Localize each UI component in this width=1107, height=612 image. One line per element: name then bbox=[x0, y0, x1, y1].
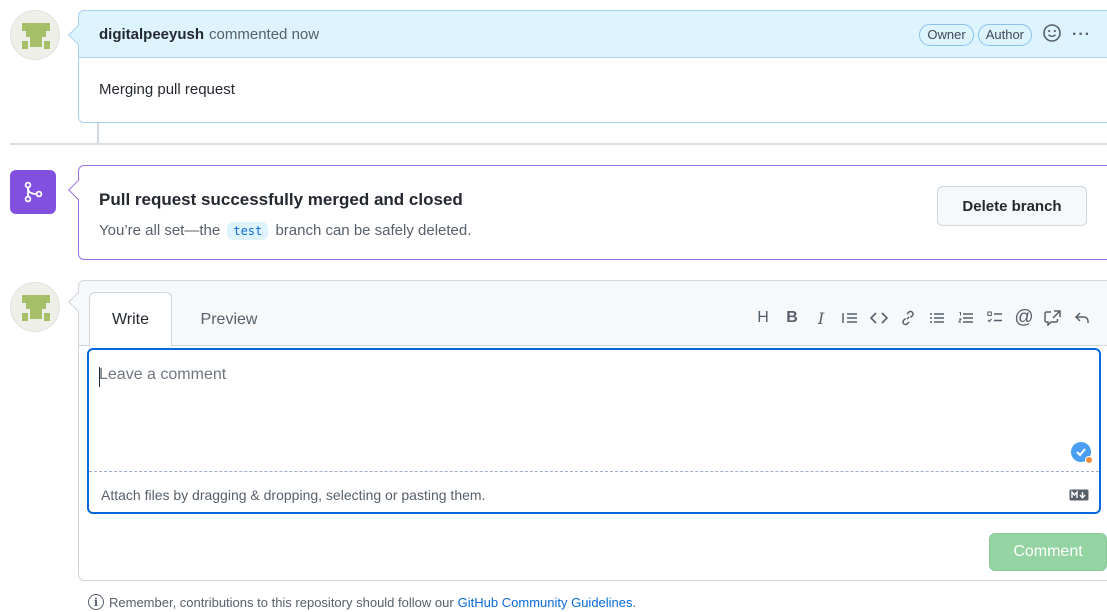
branch-name[interactable]: test bbox=[227, 222, 269, 240]
quote-icon[interactable] bbox=[837, 307, 863, 329]
task-list-icon[interactable] bbox=[982, 307, 1008, 329]
timeline-line bbox=[97, 123, 99, 143]
unordered-list-icon[interactable] bbox=[924, 307, 950, 329]
author-badge: Author bbox=[977, 23, 1033, 46]
merge-status-box: Pull request successfully merged and clo… bbox=[68, 165, 1107, 260]
merge-subtitle-prefix: You’re all set—the bbox=[99, 222, 221, 239]
bold-icon[interactable]: B bbox=[779, 307, 805, 329]
grammar-check-icon[interactable] bbox=[1071, 442, 1093, 464]
reply-icon[interactable] bbox=[1069, 307, 1095, 329]
footer-end: . bbox=[632, 594, 637, 610]
comment-action[interactable]: commented now bbox=[209, 26, 319, 43]
italic-icon[interactable]: I bbox=[808, 307, 834, 329]
timeline-divider bbox=[10, 143, 1107, 145]
git-merge-icon bbox=[10, 170, 56, 214]
comment-badges: Owner Author ··· bbox=[919, 23, 1091, 46]
code-icon[interactable] bbox=[866, 307, 892, 329]
avatar[interactable] bbox=[10, 10, 60, 60]
comment-textarea[interactable] bbox=[89, 350, 1099, 472]
merge-title: Pull request successfully merged and clo… bbox=[99, 190, 463, 209]
delete-branch-button[interactable]: Delete branch bbox=[937, 186, 1087, 226]
community-guidelines-link[interactable]: GitHub Community Guidelines bbox=[458, 595, 633, 610]
comment-editor: Attach files by dragging & dropping, sel… bbox=[87, 348, 1101, 514]
tab-write[interactable]: Write bbox=[89, 292, 172, 347]
attach-files-hint[interactable]: Attach files by dragging & dropping, sel… bbox=[101, 487, 485, 503]
link-icon[interactable] bbox=[895, 307, 921, 329]
merge-caret bbox=[68, 180, 88, 200]
avatar[interactable] bbox=[10, 282, 60, 332]
contribution-guidelines-note: i Remember, contributions to this reposi… bbox=[88, 594, 636, 610]
text-cursor bbox=[99, 367, 100, 387]
comment-header: digitalpeeyush commented now Owner Autho… bbox=[79, 11, 1107, 58]
new-comment-box: Write Preview H B I @ Leave a comment At… bbox=[68, 280, 1107, 581]
ordered-list-icon[interactable] bbox=[953, 307, 979, 329]
footer-text: Remember, contributions to this reposito… bbox=[109, 594, 454, 610]
merge-subtitle: You’re all set—the test branch can be sa… bbox=[99, 222, 472, 240]
markdown-toolbar: H B I @ bbox=[747, 307, 1095, 329]
comment-body: Merging pull request bbox=[99, 81, 235, 98]
merge-subtitle-suffix: branch can be safely deleted. bbox=[275, 222, 472, 239]
grammar-alert-dot bbox=[1085, 456, 1093, 464]
cross-reference-icon[interactable] bbox=[1040, 307, 1066, 329]
comment-box: digitalpeeyush commented now Owner Autho… bbox=[68, 10, 1107, 123]
heading-icon[interactable]: H bbox=[750, 307, 776, 329]
mention-icon[interactable]: @ bbox=[1011, 307, 1037, 329]
comment-submit-button[interactable]: Comment bbox=[989, 533, 1107, 571]
editor-header: Write Preview H B I @ bbox=[79, 281, 1107, 347]
kebab-horizontal-icon[interactable]: ··· bbox=[1072, 26, 1091, 43]
info-icon: i bbox=[88, 594, 104, 610]
comment-author[interactable]: digitalpeeyush bbox=[99, 26, 204, 43]
markdown-icon[interactable] bbox=[1069, 488, 1089, 504]
smiley-icon[interactable] bbox=[1042, 23, 1062, 46]
tab-preview[interactable]: Preview bbox=[189, 292, 269, 347]
owner-badge: Owner bbox=[919, 23, 974, 46]
